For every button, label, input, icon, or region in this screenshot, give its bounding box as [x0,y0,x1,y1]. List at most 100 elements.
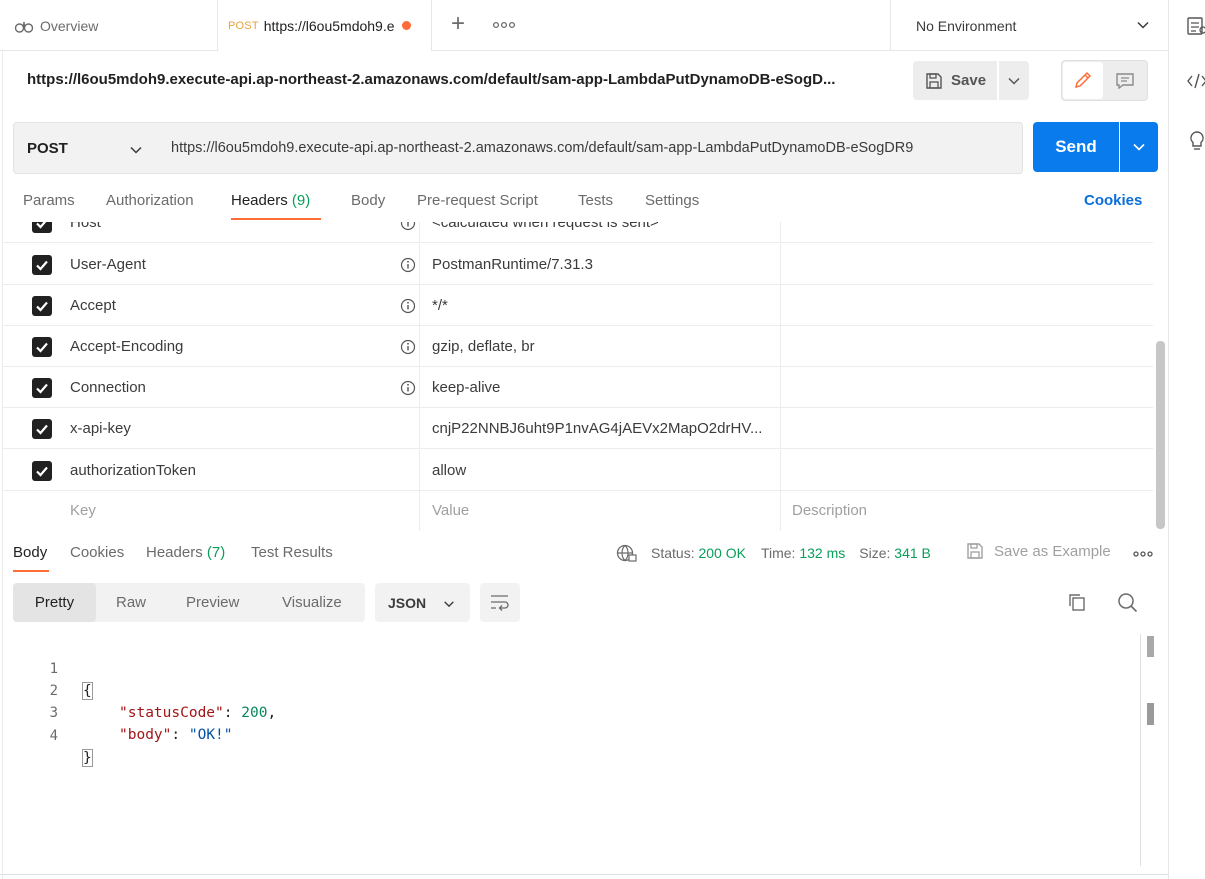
globe-lock-icon[interactable] [616,543,638,563]
tab-prerequest-script[interactable]: Pre-request Script [417,192,538,220]
editor-scroll-marker [1147,703,1154,725]
size-value: 341 B [894,545,931,561]
lightbulb-icon[interactable] [1187,130,1205,152]
headers-scrollbar-thumb[interactable] [1156,341,1165,529]
header-value[interactable]: keep-alive [432,367,777,408]
header-enabled-checkbox[interactable] [32,296,52,316]
view-pretty-button[interactable]: Pretty [13,583,96,622]
view-preview-button[interactable]: Preview [186,583,239,622]
header-value[interactable]: PostmanRuntime/7.31.3 [432,244,777,285]
send-button[interactable]: Send [1033,122,1119,172]
send-dropdown-button[interactable] [1120,122,1158,172]
more-horizontal-icon[interactable] [1133,550,1153,558]
response-tab-test-results[interactable]: Test Results [251,544,333,561]
view-raw-button[interactable]: Raw [116,583,146,622]
active-tab-indicator [231,218,321,220]
request-title[interactable]: https://l6ou5mdoh9.execute-api.ap-northe… [27,71,887,88]
size-label: Size: [859,545,891,561]
tab-active-request[interactable]: POST https://l6ou5mdoh9.e [218,0,432,52]
response-tab-headers[interactable]: Headers (7) [146,544,225,561]
method-label: POST [27,139,68,157]
cookies-link[interactable]: Cookies [1084,192,1142,209]
header-enabled-checkbox[interactable] [32,337,52,357]
header-key[interactable]: Connection [70,367,390,408]
method-select[interactable]: POST [13,122,158,174]
tab-headers[interactable]: Headers (9) [231,192,310,220]
headers-table: Host <calculated when request is sent> Use… [2,222,1153,532]
new-header-key-input[interactable]: Key [70,490,390,531]
json-value: 200 [241,705,268,721]
comments-button[interactable] [1104,62,1146,99]
add-tab-plus-icon[interactable]: + [446,12,470,37]
code-line: 4 } [0,703,93,767]
new-header-description-input[interactable]: Description [792,490,1142,531]
header-description[interactable] [792,285,1142,326]
edit-mode-button[interactable] [1063,62,1103,99]
status-value: 200 OK [698,545,746,561]
info-icon[interactable] [400,339,416,358]
response-body-editor[interactable]: 1 { 2 "statusCode": 200, 3 "body": "OK!"… [0,634,1160,874]
header-value[interactable]: cnjP22NNBJ6uht9P1nvAG4jAEVx2MapO2drHV... [432,408,777,449]
time-value: 132 ms [799,545,846,561]
header-description[interactable] [792,244,1142,285]
view-visualize-button[interactable]: Visualize [282,583,342,622]
header-enabled-checkbox[interactable] [32,255,52,275]
tab-authorization[interactable]: Authorization [106,192,194,220]
header-key[interactable]: authorizationToken [70,450,390,491]
format-select[interactable]: JSON [375,583,470,622]
tab-body[interactable]: Body [351,192,385,220]
save-button[interactable]: Save [913,61,997,100]
close-brace: } [82,749,93,767]
url-input[interactable]: https://l6ou5mdoh9.execute-api.ap-northe… [157,122,1023,174]
header-value[interactable]: gzip, deflate, br [432,326,777,367]
chevron-down-icon [1008,77,1020,85]
environment-quick-look-icon[interactable] [1187,16,1205,36]
header-description[interactable] [792,450,1142,491]
response-tab-body[interactable]: Body [13,544,47,561]
header-key[interactable]: x-api-key [70,408,390,449]
new-header-value-input[interactable]: Value [432,490,777,531]
overview-icon [14,21,34,33]
json-sep: : [171,727,189,743]
header-value[interactable]: */* [432,285,777,326]
tab-headers-label: Headers [231,192,288,209]
copy-icon[interactable] [1067,592,1087,612]
header-enabled-checkbox[interactable] [32,419,52,439]
line-number: 1 [49,661,58,677]
header-key[interactable]: Accept-Encoding [70,326,390,367]
search-icon[interactable] [1117,592,1138,613]
code-line: 3 "body": "OK!" [0,680,233,743]
header-enabled-checkbox[interactable] [32,378,52,398]
header-key[interactable]: User-Agent [70,244,390,285]
header-key[interactable]: Accept [70,285,390,326]
header-enabled-checkbox[interactable] [32,461,52,481]
wrap-lines-button[interactable] [480,583,520,622]
header-description[interactable] [792,408,1142,449]
header-key[interactable]: Host [70,222,390,243]
response-meta: Status: 200 OK Time: 132 ms Size: 341 B [616,543,931,563]
json-key: "statusCode" [119,705,224,721]
more-horizontal-icon[interactable] [492,18,516,32]
save-as-example-button[interactable]: Save as Example [966,542,1111,560]
header-value[interactable]: allow [432,450,777,491]
response-tab-cookies[interactable]: Cookies [70,544,124,561]
info-icon[interactable] [400,257,416,276]
info-icon[interactable] [400,380,416,399]
header-description[interactable] [792,326,1142,367]
tab-overview[interactable]: Overview [0,0,218,51]
tab-params[interactable]: Params [23,192,75,220]
header-description[interactable] [792,367,1142,408]
save-label: Save [951,72,987,89]
header-value[interactable]: <calculated when request is sent> [432,222,777,243]
info-icon[interactable] [400,222,416,234]
header-description[interactable] [792,222,1142,243]
environment-select[interactable]: No Environment [890,0,1168,51]
code-icon[interactable] [1187,72,1205,90]
tab-tests[interactable]: Tests [578,192,613,220]
save-dropdown-button[interactable] [999,61,1029,100]
info-icon[interactable] [400,298,416,317]
editor-gutter-line [1140,634,1141,866]
tab-settings[interactable]: Settings [645,192,699,220]
json-sep: : [223,705,242,721]
header-enabled-checkbox[interactable] [32,222,52,233]
